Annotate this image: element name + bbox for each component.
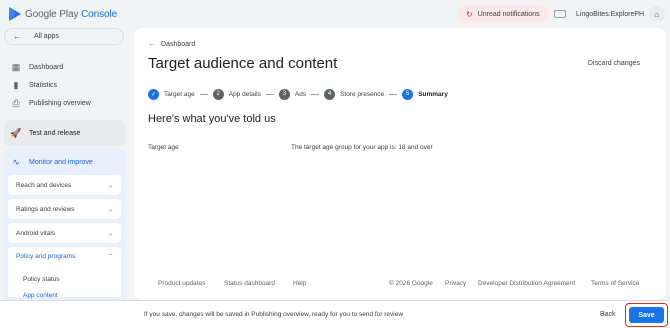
chevron-up-icon: ⌃ (107, 254, 113, 260)
sidebar-link-policy-status[interactable]: Policy status (23, 276, 60, 283)
account-name: LingoBites:ExplorePH (576, 10, 645, 18)
footer: Product updates Status dashboard Help © … (134, 280, 666, 292)
sidebar-section-ratings-and-reviews[interactable]: Ratings and reviews ⌄ (8, 199, 121, 219)
unread-notifications-button[interactable]: ↻ Unread notifications (458, 5, 548, 23)
stepper: ✓ Target age 2 App details 3 Ads 4 Store… (148, 88, 448, 100)
chevron-down-icon: ⌄ (107, 230, 113, 237)
chevron-down-icon: ⌄ (107, 206, 113, 213)
breadcrumb-label: Dashboard (161, 41, 196, 48)
publishing-icon: ⎙ (12, 97, 20, 108)
footer-link-help[interactable]: Help (293, 280, 306, 287)
sidebar-item-statistics[interactable]: ▮ Statistics (4, 77, 124, 93)
page-title: Target audience and content (148, 55, 338, 72)
step-number: 5 (402, 88, 414, 100)
notifications-label: Unread notifications (477, 10, 540, 18)
step-ads[interactable]: 3 Ads (278, 88, 307, 100)
footer-link-product-updates[interactable]: Product updates (158, 280, 205, 287)
dashboard-icon: ▦ (11, 61, 21, 72)
sidebar-section-policy-and-programs[interactable]: Policy and programs ⌃ (8, 247, 121, 297)
step-label: Store presence (340, 90, 385, 98)
developer-account-icon (554, 10, 566, 18)
footer-link-dda[interactable]: Developer Distribution Agreement (478, 280, 575, 287)
step-separator (199, 93, 208, 95)
sidebar-item-dashboard[interactable]: ▦ Dashboard (4, 59, 124, 75)
bottom-action-bar: If you save, changes will be saved in Pu… (0, 300, 670, 328)
step-summary[interactable]: 5 Summary (402, 88, 448, 100)
step-number: 4 (324, 88, 336, 100)
step-separator (311, 93, 320, 95)
sidebar-item-label: Dashboard (29, 63, 64, 71)
sidebar-item-label: Test and release (29, 129, 81, 137)
sidebar: ← All apps ▦ Dashboard ▮ Statistics ⎙ Pu… (0, 28, 129, 300)
all-apps-label: All apps (34, 33, 59, 40)
save-info-message: If you save, changes will be saved in Pu… (144, 311, 404, 318)
step-app-details[interactable]: 2 App details (212, 88, 261, 100)
sidebar-item-label: Statistics (29, 81, 58, 89)
rocket-icon: 🚀 (10, 127, 22, 138)
sidebar-section-reach-and-devices[interactable]: Reach and devices ⌄ (8, 175, 121, 195)
step-target-age[interactable]: ✓ Target age (148, 88, 195, 100)
sidebar-section-android-vitals[interactable]: Android vitals ⌄ (8, 223, 121, 243)
back-arrow-icon: ← (13, 32, 21, 41)
discard-changes-button[interactable]: Discard changes (588, 60, 640, 67)
back-arrow-icon: ← (148, 41, 155, 48)
play-logo-icon (9, 7, 21, 21)
main-content: ← Dashboard Target audience and content D… (134, 28, 666, 300)
check-icon: ✓ (148, 88, 159, 100)
summary-heading: Here's what you've told us (148, 113, 276, 125)
step-label: Ads (294, 90, 307, 98)
footer-link-privacy[interactable]: Privacy (445, 280, 466, 287)
breadcrumb[interactable]: ← Dashboard (148, 41, 195, 48)
top-bar: Google Play Console ↻ Unread notificatio… (0, 0, 670, 28)
section-label: Android vitals (16, 229, 56, 237)
sidebar-link-app-content[interactable]: App content (23, 292, 58, 299)
back-button[interactable]: Back (600, 311, 616, 318)
step-separator (265, 93, 274, 95)
sidebar-item-label: Monitor and improve (29, 158, 93, 166)
section-label: Ratings and reviews (16, 205, 75, 213)
sidebar-item-test-and-release[interactable]: 🚀 Test and release (4, 120, 125, 146)
summary-row-value: The target age group for your app is: 18… (291, 144, 433, 151)
monitor-submenu: Reach and devices ⌄ Ratings and reviews … (4, 175, 125, 300)
lock-icon[interactable]: ⌂ (649, 6, 665, 22)
step-label: Summary (418, 90, 448, 98)
save-button[interactable]: Save (629, 307, 664, 323)
all-apps-button[interactable]: ← All apps (4, 28, 124, 45)
footer-link-status-dashboard[interactable]: Status dashboard (224, 280, 275, 287)
pulse-icon: ∿ (12, 156, 20, 167)
bar-chart-icon: ▮ (13, 79, 19, 90)
summary-row-label: Target age (148, 144, 179, 151)
sidebar-item-monitor-and-improve[interactable]: ∿ Monitor and improve (4, 149, 125, 175)
section-label: Reach and devices (16, 181, 72, 189)
play-console-logo[interactable]: Google Play Console (9, 7, 117, 21)
section-label: Policy and programs (16, 253, 76, 260)
notification-icon: ↻ (466, 9, 473, 19)
footer-link-terms[interactable]: Terms of Service (591, 280, 639, 287)
step-number: 3 (278, 88, 290, 100)
chevron-down-icon: ⌄ (107, 182, 113, 189)
sidebar-item-publishing-overview[interactable]: ⎙ Publishing overview (4, 95, 124, 111)
account-switcher[interactable]: LingoBites:ExplorePH (554, 4, 646, 24)
footer-copyright: © 2026 Google (389, 280, 433, 287)
logo-text: Google Play Console (25, 8, 118, 20)
step-number: 2 (212, 88, 224, 100)
step-separator (389, 93, 398, 95)
step-label: App details (228, 90, 261, 98)
sidebar-item-label: Publishing overview (29, 99, 91, 107)
step-label: Target age (164, 90, 195, 98)
step-store-presence[interactable]: 4 Store presence (324, 88, 385, 100)
